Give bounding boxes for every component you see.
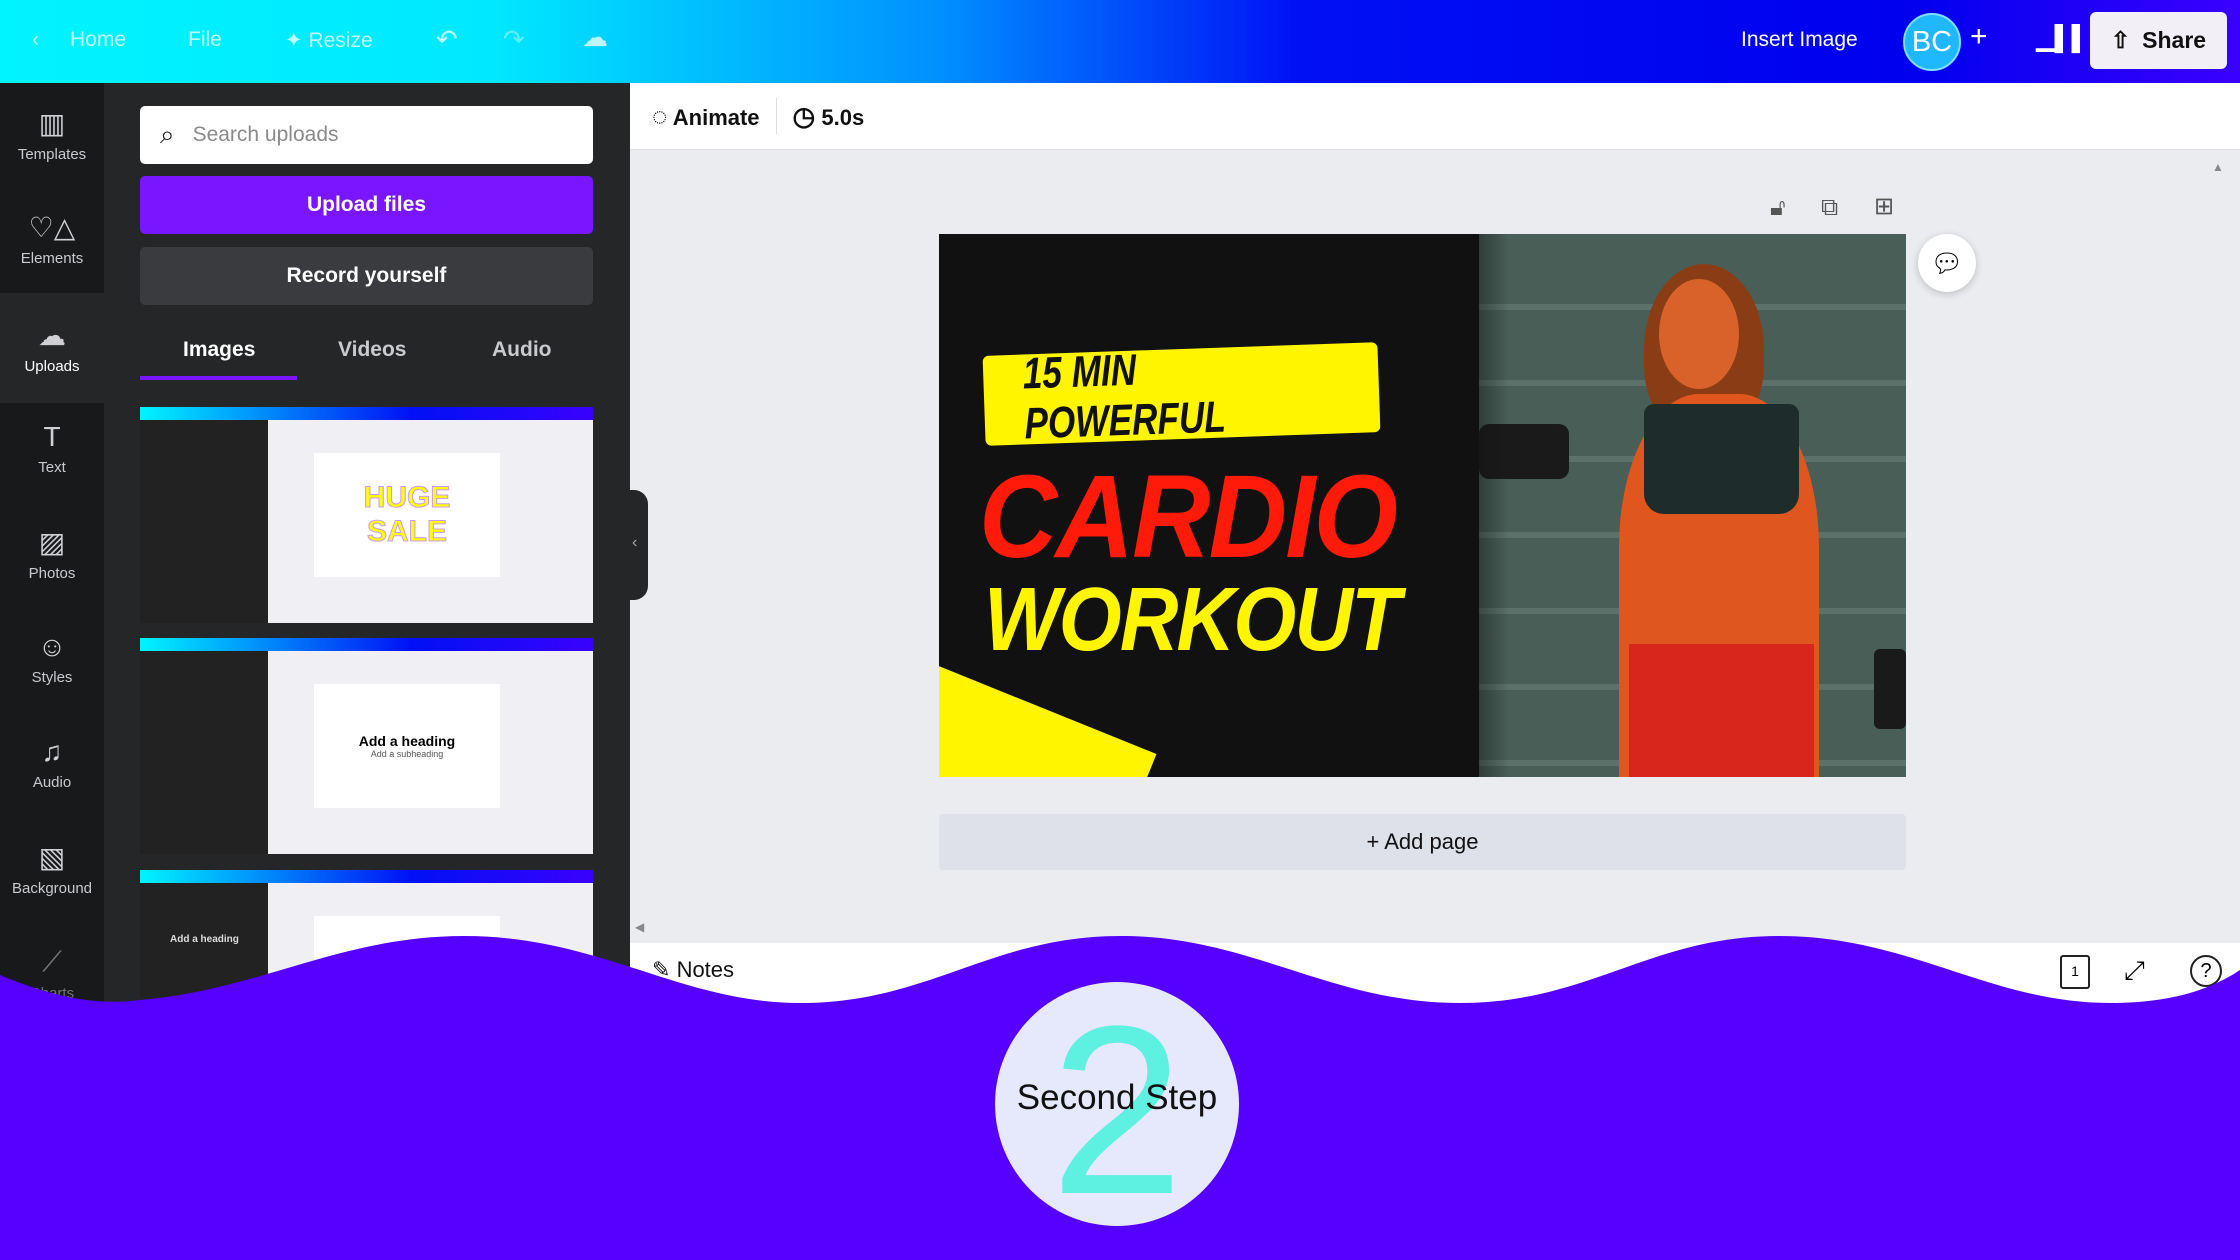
fitness-photo [1479,234,1906,777]
design-canvas[interactable]: 15 MIN POWERFUL CARDIO WORKOUT [939,234,1906,777]
resize-menu[interactable]: ✦ Resize [285,28,373,53]
upload-thumbnail[interactable]: HUGE SALE [140,407,593,623]
label: Text [38,459,66,476]
leggings [1629,644,1814,777]
tab-images[interactable]: Images [183,338,255,362]
back-icon[interactable]: ‹ [32,28,39,52]
share-label: Share [2142,27,2207,53]
record-yourself-button[interactable]: Record yourself [140,247,593,305]
thumb-text: Add a subheading [370,749,444,759]
label: Photos [28,565,76,582]
notes-label: Notes [676,957,735,982]
add-page-button[interactable]: + Add page [939,814,1906,870]
thumb-text: SALE [366,515,447,549]
add-page-icon[interactable]: ⊞ [1874,192,1894,221]
divider [775,98,777,134]
search-icon: ⌕ [160,119,175,149]
tab-audio[interactable]: Audio [492,338,551,362]
thumb-text: Add a heading [358,733,456,749]
yellow-banner: 15 MIN POWERFUL [982,342,1381,448]
animate-button[interactable]: ◌ Animate [652,101,760,132]
fullscreen-icon[interactable]: ⤢ [2124,955,2145,987]
label: Background [11,880,93,897]
insert-image-button[interactable]: Insert Image [1741,28,1858,52]
horizontal-scrollbar[interactable]: ◀ [635,920,2205,940]
label: Uploads [24,358,80,375]
label: Templates [17,146,87,163]
sidebar-item-elements[interactable]: ♡△ Elements [0,211,104,291]
sidebar-item-styles[interactable]: ☺ Styles [0,631,104,686]
sidebar-item-templates[interactable]: ▥ Templates [0,107,104,187]
yellow-brush-stroke [939,664,1157,777]
help-icon[interactable]: ? [2190,955,2222,987]
headline-line1: 15 MIN POWERFUL [1021,345,1227,449]
animate-label: Animate [672,104,760,130]
upload-thumbnail[interactable]: Add a heading [140,870,593,1003]
share-button[interactable]: ⇧ Share [2090,12,2227,69]
search-input[interactable]: ⌕ Search uploads [140,106,593,164]
dumbbell [1874,649,1906,729]
active-tab-indicator [140,376,297,380]
upload-files-button[interactable]: Upload files [140,176,593,234]
add-member-button[interactable]: + [1970,20,1988,54]
label: Elements [20,250,84,267]
duplicate-page-icon[interactable]: ⧉ [1821,194,1838,222]
share-icon: ⇧ [2110,27,2131,53]
templates-icon: ▥ [38,108,66,139]
duration-button[interactable]: ◷ 5.0s [793,101,865,132]
avatar[interactable]: BC [1903,13,1961,71]
sports-top [1644,404,1799,514]
page-count-button[interactable]: 1 [2060,955,2090,989]
animate-icon: ◌ [652,100,668,131]
add-comment-icon[interactable]: 💬︎ [1918,234,1976,292]
label: Charts [29,985,75,1002]
sidebar-item-charts[interactable]: ⟋ Charts [0,946,104,1002]
duration-label: 5.0s [821,104,865,130]
thumb-text: HUGE [363,481,451,515]
elements-icon: ♡△ [28,212,76,243]
label: Audio [32,774,72,791]
label: Styles [31,669,73,686]
palette-icon: ☺ [37,631,67,662]
sidebar-item-background[interactable]: ▧ Background [0,841,104,897]
redo-icon[interactable]: ↷ [503,24,525,55]
text-icon: T [43,421,61,452]
lock-icon[interactable]: 🔓︎ [1770,194,1786,222]
notes-icon: ✎ [652,957,671,982]
background-icon: ▧ [38,842,66,873]
editor-toolbar: ◌ Animate ◷ 5.0s [630,83,2240,150]
step-badge: 2 Second Step [995,982,1239,1226]
clock-icon: ◷ [792,100,816,131]
resize-label: Resize [308,29,373,52]
collapse-panel-handle[interactable]: ‹ [630,490,648,600]
tab-videos[interactable]: Videos [338,338,406,362]
sidebar-item-audio[interactable]: ♫ Audio [0,736,104,791]
home-menu[interactable]: Home [70,28,126,52]
upload-thumbnail[interactable]: Add a heading Add a subheading [140,638,593,854]
sidebar-item-text[interactable]: T Text [0,421,104,476]
charts-icon: ⟋ [42,946,62,977]
top-bar: ‹ Home File ✦ Resize ↶ ↷ ☁ Insert Image … [0,0,2240,83]
file-menu[interactable]: File [188,28,222,52]
music-icon: ♫ [41,736,63,767]
footer-bar: ✎ Notes 1 ⤢ ? [630,943,2240,1003]
sidebar-item-photos[interactable]: ▨ Photos [0,526,104,582]
headline-cardio: CARDIO [979,451,1398,583]
analytics-icon[interactable]: ▁▌▌ [2036,24,2088,53]
thumb-text: Add a heading [170,934,239,945]
cloud-saved-icon[interactable]: ☁ [582,22,608,53]
notes-button[interactable]: ✎ Notes [652,957,734,983]
upload-cloud-icon: ☁ [38,320,66,351]
headline-workout: WORKOUT [984,570,1401,670]
sidebar-rail: ▥ Templates ♡△ Elements ☁ Uploads T Text ▨ Ph… [0,83,104,1003]
sidebar-item-uploads[interactable]: ☁ Uploads [0,293,104,403]
step-caption: Second Step [1016,1078,1218,1117]
woman-face [1659,279,1739,389]
vertical-scrollbar[interactable]: ▲ [2212,160,2232,920]
undo-icon[interactable]: ↶ [436,24,458,55]
brush-edge [1439,234,1509,777]
photos-icon: ▨ [38,527,66,558]
search-placeholder: Search uploads [192,123,339,146]
